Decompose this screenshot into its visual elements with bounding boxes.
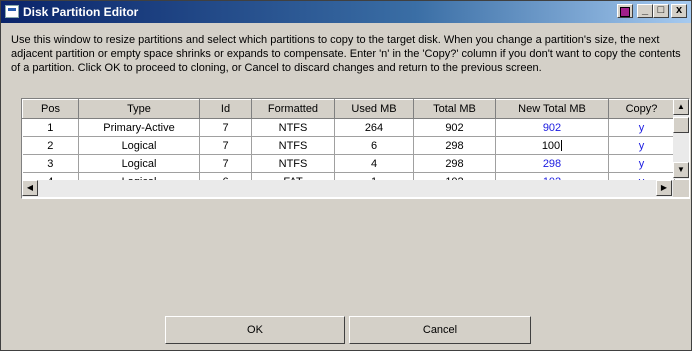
cell-copy[interactable]: y (608, 136, 675, 155)
cell-pos[interactable]: 3 (22, 154, 79, 173)
cancel-button[interactable]: Cancel (349, 316, 531, 344)
cell-formatted[interactable]: NTFS (251, 154, 335, 173)
edit-value[interactable]: 100 (542, 140, 560, 152)
cell-total-mb[interactable]: 298 (413, 154, 496, 173)
col-header-new-total-mb[interactable]: New Total MB (495, 99, 609, 119)
partition-table: Pos Type Id Formatted Used MB Total MB N… (22, 99, 675, 191)
scroll-left-arrow-icon[interactable]: ◀ (22, 180, 38, 196)
minimize-button[interactable]: _ (637, 4, 653, 18)
vertical-scrollbar[interactable]: ▲ ▼ (673, 99, 689, 179)
ok-button[interactable]: OK (165, 316, 345, 344)
cell-type[interactable]: Primary-Active (78, 118, 200, 137)
cell-used-mb[interactable]: 4 (334, 154, 414, 173)
table-row[interactable]: 3 Logical 7 NTFS 4 298 298 y (22, 154, 675, 173)
cell-pos[interactable]: 1 (22, 118, 79, 137)
cell-total-mb[interactable]: 298 (413, 136, 496, 155)
scroll-right-arrow-icon[interactable]: ▶ (656, 180, 672, 196)
cell-id[interactable]: 7 (199, 154, 252, 173)
cell-id[interactable]: 7 (199, 118, 252, 137)
col-header-copy[interactable]: Copy? (608, 99, 675, 119)
cell-formatted[interactable]: NTFS (251, 136, 335, 155)
scrollbar-corner (673, 180, 689, 197)
app-icon (5, 5, 19, 18)
partition-grid[interactable]: Pos Type Id Formatted Used MB Total MB N… (21, 98, 690, 199)
header-row: Pos Type Id Formatted Used MB Total MB N… (22, 99, 675, 119)
horizontal-scrollbar[interactable]: ◀ ▶ (22, 180, 673, 197)
instructions-text: Use this window to resize partitions and… (11, 34, 681, 74)
cell-used-mb[interactable]: 264 (334, 118, 414, 137)
cell-total-mb[interactable]: 902 (413, 118, 496, 137)
close-button[interactable]: x (671, 4, 687, 18)
cell-formatted[interactable]: NTFS (251, 118, 335, 137)
table-row[interactable]: 1 Primary-Active 7 NTFS 264 902 902 y (22, 118, 675, 137)
col-header-formatted[interactable]: Formatted (251, 99, 335, 119)
scroll-down-arrow-icon[interactable]: ▼ (673, 162, 689, 178)
cell-new-total-mb[interactable]: 902 (495, 118, 609, 137)
cell-new-total-mb[interactable]: 298 (495, 154, 609, 173)
vertical-scroll-thumb[interactable] (673, 117, 689, 133)
cell-copy[interactable]: y (608, 154, 675, 173)
cell-new-total-mb-editing[interactable]: 100 (495, 136, 609, 155)
window-title: Disk Partition Editor (23, 5, 139, 19)
cell-pos[interactable]: 2 (22, 136, 79, 155)
col-header-id[interactable]: Id (199, 99, 252, 119)
disk-partition-editor-window: Disk Partition Editor _ □ x Use this win… (0, 0, 692, 351)
cell-id[interactable]: 7 (199, 136, 252, 155)
scroll-up-arrow-icon[interactable]: ▲ (673, 99, 689, 115)
col-header-total-mb[interactable]: Total MB (413, 99, 496, 119)
col-header-type[interactable]: Type (78, 99, 200, 119)
extra-window-icon[interactable] (617, 4, 633, 18)
cell-used-mb[interactable]: 6 (334, 136, 414, 155)
col-header-pos[interactable]: Pos (22, 99, 79, 119)
cell-type[interactable]: Logical (78, 136, 200, 155)
title-bar[interactable]: Disk Partition Editor _ □ x (1, 1, 691, 23)
text-caret (561, 140, 563, 152)
col-header-used-mb[interactable]: Used MB (334, 99, 414, 119)
table-row[interactable]: 2 Logical 7 NTFS 6 298 100 y (22, 136, 675, 155)
cell-type[interactable]: Logical (78, 154, 200, 173)
cell-copy[interactable]: y (608, 118, 675, 137)
maximize-button[interactable]: □ (653, 4, 669, 18)
